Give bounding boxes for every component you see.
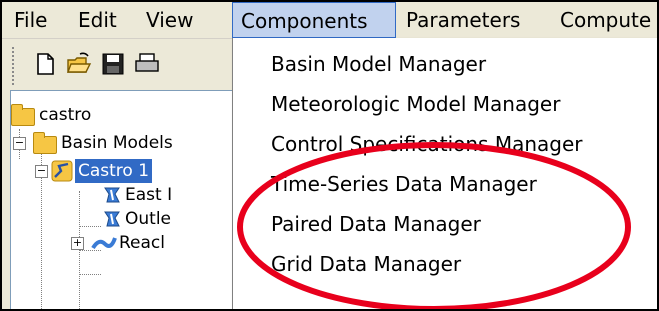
new-file-icon[interactable]	[32, 51, 58, 77]
print-icon[interactable]	[134, 51, 160, 77]
menu-item-paired-data-manager[interactable]: Paired Data Manager	[271, 206, 481, 242]
toolbar-grip[interactable]	[12, 47, 18, 85]
tree-node-castro[interactable]: castro	[11, 103, 249, 127]
tree-node-castro-1[interactable]: − Castro 1	[11, 159, 249, 183]
basin-model-icon	[51, 160, 73, 182]
tree-node-subbasin-outlet[interactable]: Outle	[11, 207, 249, 231]
application-window: File Edit View Components Parameters Com…	[0, 0, 659, 311]
save-icon[interactable]	[100, 51, 126, 77]
tree-node-subbasin-east[interactable]: East I	[11, 183, 249, 207]
tree-node-basin-models[interactable]: − Basin Models	[11, 131, 249, 155]
menu-item-time-series-data-manager[interactable]: Time-Series Data Manager	[271, 166, 537, 202]
collapse-icon[interactable]: −	[35, 165, 48, 178]
tree-node-reach[interactable]: + Reacl	[11, 231, 249, 255]
menu-item-grid-data-manager[interactable]: Grid Data Manager	[271, 246, 461, 282]
menu-components[interactable]: Components	[232, 2, 396, 38]
tree-node-label: Outle	[125, 209, 172, 229]
menu-edit[interactable]: Edit	[70, 2, 125, 38]
folder-icon	[33, 132, 57, 154]
menu-file[interactable]: File	[6, 2, 55, 38]
components-dropdown-menu: Basin Model Manager Meteorologic Model M…	[232, 38, 657, 309]
tree-node-label: Reacl	[119, 233, 165, 253]
subbasin-icon	[104, 211, 120, 227]
menu-item-meteorologic-model-manager[interactable]: Meteorologic Model Manager	[271, 86, 560, 122]
tree-node-label: East I	[125, 185, 173, 205]
menu-bar: File Edit View Components Parameters Com…	[2, 2, 657, 39]
tree-node-label: castro	[39, 105, 92, 125]
menu-item-basin-model-manager[interactable]: Basin Model Manager	[271, 46, 486, 82]
tree-node-label: Castro 1	[75, 159, 153, 183]
menu-compute[interactable]: Compute	[552, 2, 657, 38]
menu-view[interactable]: View	[138, 2, 201, 38]
open-folder-icon[interactable]	[66, 51, 92, 77]
menu-parameters[interactable]: Parameters	[398, 2, 528, 38]
watershed-explorer-tree: castro − Basin Models − Castro 1 East I	[10, 90, 252, 309]
collapse-icon[interactable]: −	[13, 137, 26, 150]
expand-icon[interactable]: +	[71, 237, 84, 250]
reach-icon	[91, 237, 117, 250]
menu-item-control-specifications-manager[interactable]: Control Specifications Manager	[271, 126, 583, 162]
subbasin-icon	[104, 187, 120, 203]
folder-icon	[11, 104, 35, 126]
tree-node-label: Basin Models	[61, 133, 173, 153]
